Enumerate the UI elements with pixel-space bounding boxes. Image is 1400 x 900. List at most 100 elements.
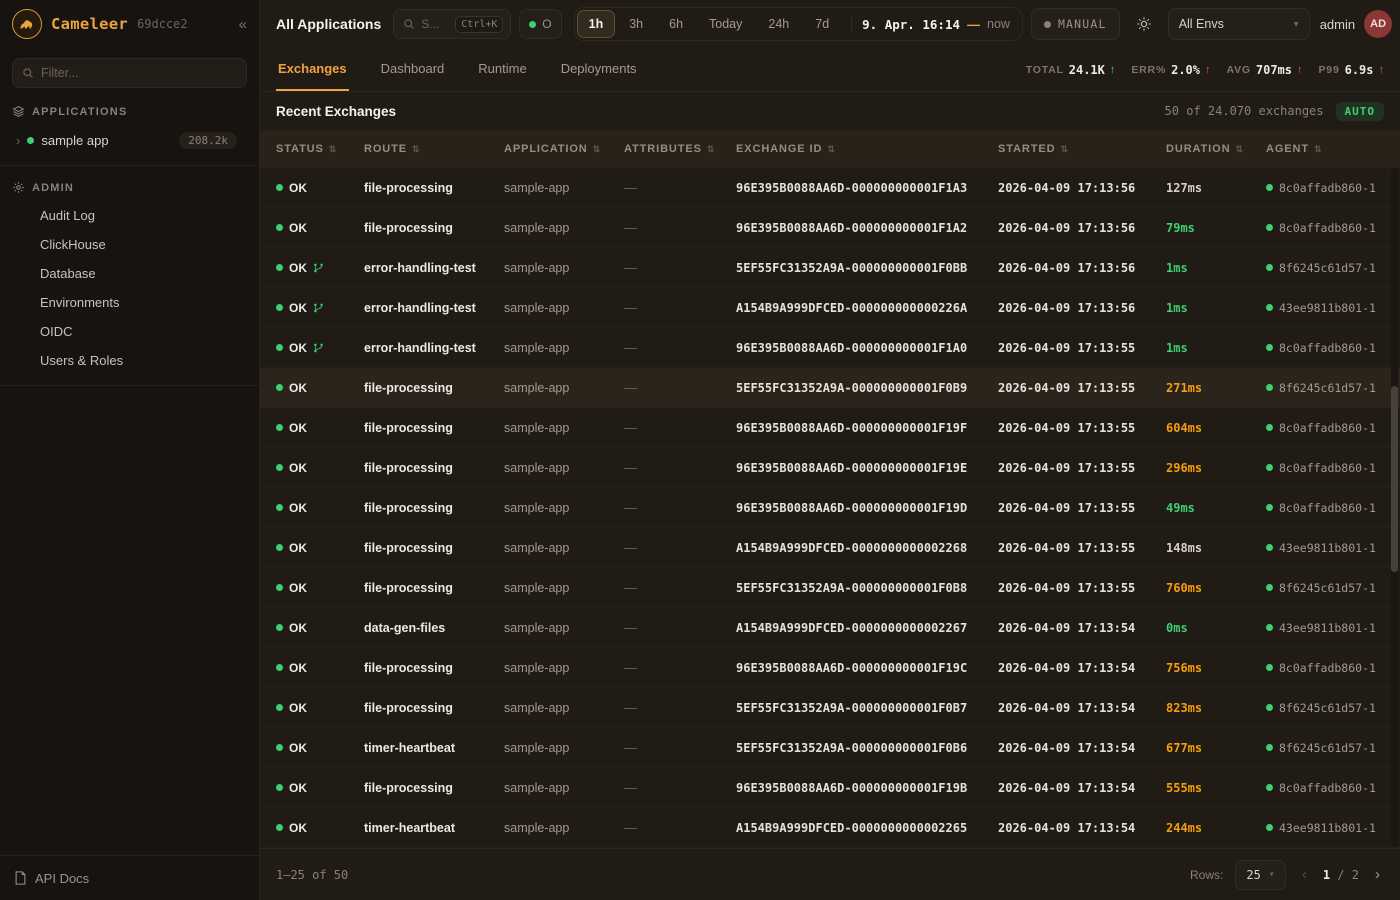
table-row[interactable]: OKfile-processingsample-app—96E395B0088A… <box>260 768 1400 808</box>
current-page: 1 <box>1323 868 1330 882</box>
online-status-pill[interactable]: O <box>519 9 561 39</box>
tab-dashboard[interactable]: Dashboard <box>379 48 447 91</box>
table-row[interactable]: OKfile-processingsample-app—96E395B0088A… <box>260 168 1400 208</box>
table-row[interactable]: OKtimer-heartbeatsample-app—A154B9A999DF… <box>260 808 1400 848</box>
sidebar-item-database[interactable]: Database <box>0 259 259 288</box>
application-cell: sample-app <box>504 541 624 555</box>
column-header-route[interactable]: ROUTE⇅ <box>364 143 504 155</box>
status-cell: OK <box>276 701 364 715</box>
table-row[interactable]: OKfile-processingsample-app—5EF55FC31352… <box>260 368 1400 408</box>
duration-cell: 79ms <box>1166 221 1266 235</box>
sort-icon: ⇅ <box>329 144 337 155</box>
sidebar-collapse-button[interactable]: « <box>239 16 247 33</box>
column-header-status[interactable]: STATUS⇅ <box>276 143 364 155</box>
column-label: ATTRIBUTES <box>624 143 702 155</box>
agent-id: 8c0affadb860-1 <box>1279 181 1376 195</box>
cameleer-logo-icon[interactable] <box>12 9 42 39</box>
table-row[interactable]: OKfile-processingsample-app—A154B9A999DF… <box>260 528 1400 568</box>
time-range-24h[interactable]: 24h <box>756 10 801 38</box>
table-row[interactable]: OKdata-gen-filessample-app—A154B9A999DFC… <box>260 608 1400 648</box>
previous-page-button[interactable]: ‹ <box>1298 866 1311 883</box>
tab-exchanges[interactable]: Exchanges <box>276 48 349 91</box>
agent-online-dot <box>1266 504 1273 511</box>
started-cell: 2026-04-09 17:13:56 <box>998 181 1166 195</box>
column-label: APPLICATION <box>504 143 588 155</box>
duration-cell: 271ms <box>1166 381 1266 395</box>
chevron-right-icon[interactable]: › <box>16 133 20 148</box>
manual-refresh-button[interactable]: MANUAL <box>1031 8 1120 40</box>
column-header-attributes[interactable]: ATTRIBUTES⇅ <box>624 143 736 155</box>
rows-per-page-select[interactable]: 25 ▾ <box>1235 860 1285 890</box>
section-title: Recent Exchanges <box>276 104 396 119</box>
duration-cell: 604ms <box>1166 421 1266 435</box>
exchange-id-cell: A154B9A999DFCED-0000000000002265 <box>736 821 998 835</box>
user-menu[interactable]: admin AD <box>1320 10 1392 38</box>
time-range-group: 1h3h6hToday24h7d 9. Apr. 16:14 — now <box>574 7 1023 41</box>
status-ok-dot <box>276 304 283 311</box>
column-label: ROUTE <box>364 143 407 155</box>
column-header-started[interactable]: STARTED⇅ <box>998 143 1166 155</box>
attributes-cell: — <box>624 540 736 555</box>
auto-refresh-badge[interactable]: AUTO <box>1336 102 1385 121</box>
time-range-6h[interactable]: 6h <box>657 10 695 38</box>
time-range-1h[interactable]: 1h <box>577 10 616 38</box>
exchange-id-cell: A154B9A999DFCED-000000000000226A <box>736 301 998 315</box>
attributes-cell: — <box>624 460 736 475</box>
sidebar-filter[interactable] <box>12 58 247 88</box>
column-header-exchange-id[interactable]: EXCHANGE ID⇅ <box>736 143 998 155</box>
exchange-id-cell: 96E395B0088AA6D-000000000001F19E <box>736 461 998 475</box>
scrollbar-thumb[interactable] <box>1391 386 1398 572</box>
column-header-agent[interactable]: AGENT⇅ <box>1266 143 1400 155</box>
agent-online-dot <box>1266 584 1273 591</box>
theme-toggle-button[interactable] <box>1128 8 1160 40</box>
application-cell: sample-app <box>504 701 624 715</box>
agent-online-dot <box>1266 824 1273 831</box>
agent-online-dot <box>1266 744 1273 751</box>
table-row[interactable]: OKfile-processingsample-app—5EF55FC31352… <box>260 688 1400 728</box>
column-header-application[interactable]: APPLICATION⇅ <box>504 143 624 155</box>
duration-cell: 1ms <box>1166 261 1266 275</box>
status-label: OK <box>289 181 307 195</box>
avatar[interactable]: AD <box>1364 10 1392 38</box>
table-row[interactable]: OKfile-processingsample-app—96E395B0088A… <box>260 648 1400 688</box>
table-row[interactable]: OKerror-handling-testsample-app—5EF55FC3… <box>260 248 1400 288</box>
application-cell: sample-app <box>504 341 624 355</box>
tab-runtime[interactable]: Runtime <box>476 48 528 91</box>
table-row[interactable]: OKfile-processingsample-app—5EF55FC31352… <box>260 568 1400 608</box>
api-docs-label: API Docs <box>35 871 89 886</box>
sidebar-item-users-roles[interactable]: Users & Roles <box>0 346 259 375</box>
pagination-controls: Rows: 25 ▾ ‹ 1 / 2 › <box>1190 860 1384 890</box>
sidebar-item-audit-log[interactable]: Audit Log <box>0 201 259 230</box>
search-input[interactable] <box>421 17 449 31</box>
table-row[interactable]: OKfile-processingsample-app—96E395B0088A… <box>260 488 1400 528</box>
table-row[interactable]: OKerror-handling-testsample-app—A154B9A9… <box>260 288 1400 328</box>
manual-label: MANUAL <box>1058 17 1107 31</box>
agent-id: 8c0affadb860-1 <box>1279 781 1376 795</box>
table-row[interactable]: OKfile-processingsample-app—96E395B0088A… <box>260 408 1400 448</box>
filter-input[interactable] <box>41 66 237 80</box>
global-search[interactable]: Ctrl+K <box>393 9 511 39</box>
table-row[interactable]: OKtimer-heartbeatsample-app—5EF55FC31352… <box>260 728 1400 768</box>
agent-id: 8f6245c61d57-1 <box>1279 261 1376 275</box>
status-cell: OK <box>276 261 364 275</box>
time-range-7d[interactable]: 7d <box>803 10 841 38</box>
page-indicator: 1 / 2 <box>1323 868 1359 882</box>
tab-deployments[interactable]: Deployments <box>559 48 639 91</box>
sidebar-item-sample-app[interactable]: › sample app 208.2k <box>0 125 259 155</box>
column-header-duration[interactable]: DURATION⇅ <box>1166 143 1266 155</box>
table-row[interactable]: OKfile-processingsample-app—96E395B0088A… <box>260 208 1400 248</box>
next-page-button[interactable]: › <box>1371 866 1384 883</box>
status-label: OK <box>289 621 307 635</box>
sidebar-item-environments[interactable]: Environments <box>0 288 259 317</box>
sidebar-item-clickhouse[interactable]: ClickHouse <box>0 230 259 259</box>
status-label: OK <box>289 381 307 395</box>
time-range-3h[interactable]: 3h <box>617 10 655 38</box>
table-row[interactable]: OKerror-handling-testsample-app—96E395B0… <box>260 328 1400 368</box>
table-row[interactable]: OKfile-processingsample-app—96E395B0088A… <box>260 448 1400 488</box>
environment-select[interactable]: All Envs ▾ <box>1168 8 1310 40</box>
api-docs-link[interactable]: API Docs <box>0 855 259 900</box>
status-ok-dot <box>276 824 283 831</box>
tab-bar: ExchangesDashboardRuntimeDeployments TOT… <box>260 48 1400 92</box>
time-range-today[interactable]: Today <box>697 10 754 38</box>
sidebar-item-oidc[interactable]: OIDC <box>0 317 259 346</box>
